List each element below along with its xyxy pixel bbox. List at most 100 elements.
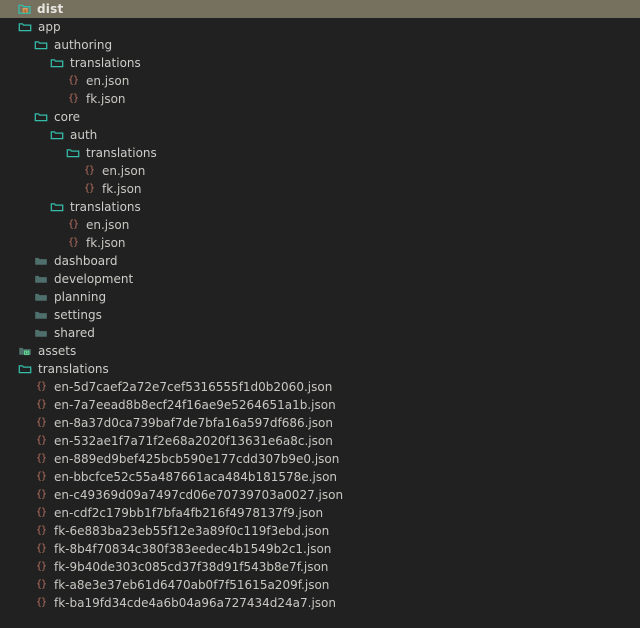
tree-item-label: fk.json — [86, 92, 126, 106]
folder-dist-icon — [18, 2, 32, 16]
folder-open-icon — [50, 56, 64, 70]
folder-closed-icon — [34, 326, 48, 340]
folder-open-icon — [50, 128, 64, 142]
tree-folder-row[interactable]: settings — [0, 306, 640, 324]
tree-folder-row[interactable]: planning — [0, 288, 640, 306]
tree-item-label: assets — [38, 344, 77, 358]
tree-item-label: planning — [54, 290, 107, 304]
tree-file-row[interactable]: {} en.json — [0, 72, 640, 90]
tree-item-label: fk.json — [86, 236, 126, 250]
json-braces-icon: {} — [35, 525, 47, 536]
root-folder-label: dist — [37, 2, 64, 16]
tree-item-label: core — [54, 110, 80, 124]
tree-item-label: en-889ed9bef425bcb590e177cdd307b9e0.json — [54, 452, 340, 466]
tree-folder-row[interactable]: auth — [0, 126, 640, 144]
json-braces-icon: {} — [35, 399, 47, 410]
tree-item-label: authoring — [54, 38, 113, 52]
tree-folder-row[interactable]: translations — [0, 198, 640, 216]
tree-file-row[interactable]: {} fk-8b4f70834c380f383eedec4b1549b2c1.js… — [0, 540, 640, 558]
tree-file-row[interactable]: {} en-7a7eead8b8ecf24f16ae9e5264651a1b.js… — [0, 396, 640, 414]
tree-file-row[interactable]: {} fk-a8e3e37eb61d6470ab0f7f51615a209f.js… — [0, 576, 640, 594]
tree-item-label: en.json — [102, 164, 146, 178]
json-braces-icon: {} — [35, 417, 47, 428]
tree-item-label: fk-9b40de303c085cd37f38d91f543b8e7f.json — [54, 560, 329, 574]
tree-folder-row[interactable]: assets — [0, 342, 640, 360]
tree-file-row[interactable]: {} en-532ae1f7a71f2e68a2020f13631e6a8c.js… — [0, 432, 640, 450]
json-braces-icon: {} — [35, 435, 47, 446]
tree-item-label: dashboard — [54, 254, 118, 268]
tree-folder-row[interactable]: translations — [0, 144, 640, 162]
tree-item-label: translations — [86, 146, 157, 160]
folder-open-icon — [34, 38, 48, 52]
tree-item-label: en-5d7caef2a72e7cef5316555f1d0b2060.json — [54, 380, 333, 394]
tree-item-label: en.json — [86, 74, 130, 88]
tree-item-label: en-532ae1f7a71f2e68a2020f13631e6a8c.json — [54, 434, 333, 448]
tree-file-row[interactable]: {} en-bbcfce52c55a487661aca484b181578e.js… — [0, 468, 640, 486]
tree-item-label: en-bbcfce52c55a487661aca484b181578e.json — [54, 470, 338, 484]
tree-folder-row[interactable]: authoring — [0, 36, 640, 54]
tree-item-label: shared — [54, 326, 95, 340]
json-braces-icon: {} — [67, 75, 79, 86]
folder-open-icon — [18, 362, 32, 376]
json-braces-icon: {} — [67, 237, 79, 248]
tree-file-row[interactable]: {} fk-ba19fd34cde4a6b04a96a727434d24a7.js… — [0, 594, 640, 612]
json-braces-icon: {} — [35, 489, 47, 500]
tree-folder-row[interactable]: app — [0, 18, 640, 36]
tree-file-row[interactable]: {} en-5d7caef2a72e7cef5316555f1d0b2060.js… — [0, 378, 640, 396]
tree-item-label: en-8a37d0ca739baf7de7bfa16a597df686.json — [54, 416, 333, 430]
tree-file-row[interactable]: {} en-cdf2c179bb1f7bfa4fb216f4978137f9.js… — [0, 504, 640, 522]
tree-item-label: en-c49369d09a7497cd06e70739703a0027.json — [54, 488, 344, 502]
json-braces-icon: {} — [35, 453, 47, 464]
tree-item-label: fk-6e883ba23eb55f12e3a89f0c119f3ebd.json — [54, 524, 330, 538]
json-braces-icon: {} — [67, 93, 79, 104]
folder-open-icon — [50, 200, 64, 214]
tree-item-label: fk-ba19fd34cde4a6b04a96a727434d24a7.json — [54, 596, 336, 610]
json-braces-icon: {} — [35, 579, 47, 590]
tree-file-row[interactable]: {} fk.json — [0, 180, 640, 198]
tree-file-row[interactable]: {} fk-6e883ba23eb55f12e3a89f0c119f3ebd.js… — [0, 522, 640, 540]
tree-file-row[interactable]: {} fk.json — [0, 234, 640, 252]
folder-closed-icon — [34, 254, 48, 268]
json-braces-icon: {} — [35, 597, 47, 608]
tree-item-label: fk.json — [102, 182, 142, 196]
tree-item-label: translations — [38, 362, 109, 376]
json-braces-icon: {} — [35, 543, 47, 554]
tree-item-label: auth — [70, 128, 98, 142]
folder-closed-icon — [34, 308, 48, 322]
tree-item-label: development — [54, 272, 134, 286]
json-braces-icon: {} — [35, 381, 47, 392]
folder-closed-icon — [34, 290, 48, 304]
tree-item-label: en.json — [86, 218, 130, 232]
json-braces-icon: {} — [83, 183, 95, 194]
json-braces-icon: {} — [67, 219, 79, 230]
folder-closed-icon — [34, 272, 48, 286]
folder-open-icon — [66, 146, 80, 160]
tree-item-label: en-cdf2c179bb1f7bfa4fb216f4978137f9.json — [54, 506, 324, 520]
tree-folder-row[interactable]: translations — [0, 54, 640, 72]
tree-folder-row[interactable]: development — [0, 270, 640, 288]
tree-file-row[interactable]: {} en-c49369d09a7497cd06e70739703a0027.js… — [0, 486, 640, 504]
tree-item-label: fk-a8e3e37eb61d6470ab0f7f51615a209f.json — [54, 578, 330, 592]
folder-open-icon — [34, 110, 48, 124]
tree-file-row[interactable]: {} en-889ed9bef425bcb590e177cdd307b9e0.js… — [0, 450, 640, 468]
json-braces-icon: {} — [35, 471, 47, 482]
tree-file-row[interactable]: {} en.json — [0, 216, 640, 234]
tree-folder-row[interactable]: dashboard — [0, 252, 640, 270]
tree-item-label: translations — [70, 200, 141, 214]
folder-assets-icon — [18, 344, 32, 358]
folder-open-icon — [18, 20, 32, 34]
tree-folder-row[interactable]: translations — [0, 360, 640, 378]
file-tree[interactable]: app authoring translations {} en.json {} fk.js… — [0, 18, 640, 612]
tree-file-row[interactable]: {} fk.json — [0, 90, 640, 108]
explorer-root-row[interactable]: dist — [0, 0, 640, 18]
tree-item-label: translations — [70, 56, 141, 70]
tree-file-row[interactable]: {} en.json — [0, 162, 640, 180]
tree-file-row[interactable]: {} en-8a37d0ca739baf7de7bfa16a597df686.js… — [0, 414, 640, 432]
tree-item-label: settings — [54, 308, 102, 322]
json-braces-icon: {} — [83, 165, 95, 176]
json-braces-icon: {} — [35, 507, 47, 518]
tree-file-row[interactable]: {} fk-9b40de303c085cd37f38d91f543b8e7f.js… — [0, 558, 640, 576]
tree-folder-row[interactable]: shared — [0, 324, 640, 342]
tree-folder-row[interactable]: core — [0, 108, 640, 126]
tree-item-label: app — [38, 20, 61, 34]
